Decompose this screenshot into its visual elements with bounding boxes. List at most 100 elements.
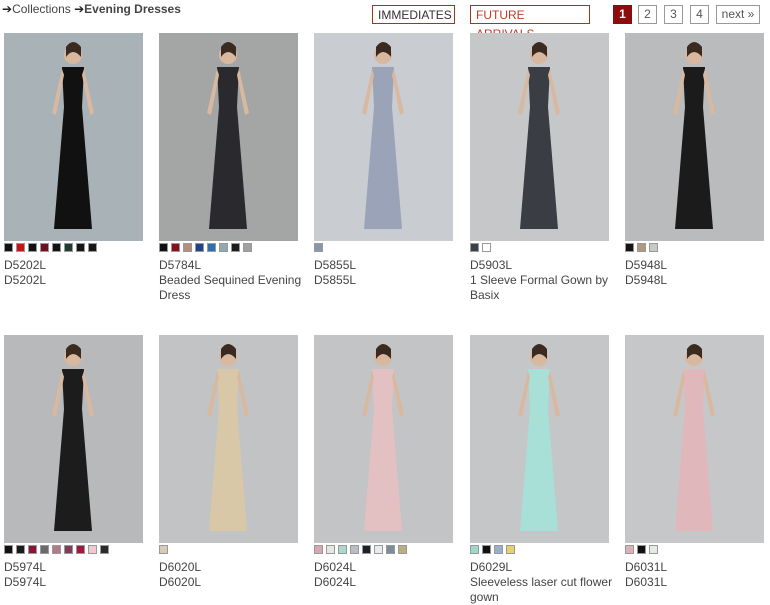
color-swatch[interactable] (4, 243, 13, 252)
color-swatch[interactable] (314, 545, 323, 554)
product-name[interactable]: D5202L (4, 273, 149, 288)
product-photo[interactable] (314, 33, 453, 241)
future-arrivals-button[interactable]: FUTURE ARRIVALS (470, 5, 590, 41)
product-card[interactable]: D5948L D5948L (625, 33, 765, 295)
product-code[interactable]: D5784L (159, 258, 201, 273)
product-photo[interactable] (470, 33, 609, 241)
page-1-button[interactable]: 1 (613, 5, 632, 24)
product-name[interactable]: D6024L (314, 575, 459, 590)
product-name[interactable]: Sleeveless laser cut flower gown (470, 575, 615, 605)
product-name[interactable]: D5855L (314, 273, 459, 288)
product-photo[interactable] (470, 335, 609, 543)
product-card[interactable]: D5784L Beaded Sequined Evening Dress (159, 33, 301, 302)
product-photo[interactable] (625, 335, 764, 543)
color-swatch[interactable] (219, 243, 228, 252)
color-swatch[interactable] (338, 545, 347, 554)
color-swatch[interactable] (159, 243, 168, 252)
product-photo[interactable] (159, 335, 298, 543)
color-swatch[interactable] (28, 243, 37, 252)
immediates-button[interactable]: IMMEDIATES (372, 5, 455, 24)
product-code[interactable]: D5903L (470, 258, 512, 273)
color-swatch[interactable] (64, 243, 73, 252)
product-name[interactable]: D5948L (625, 273, 770, 288)
color-swatch[interactable] (386, 545, 395, 554)
color-swatch[interactable] (231, 243, 240, 252)
product-photo[interactable] (4, 33, 143, 241)
color-swatch[interactable] (326, 545, 335, 554)
product-card[interactable]: D5855L D5855L (314, 33, 454, 295)
product-name[interactable]: D6031L (625, 575, 770, 590)
product-photo[interactable] (314, 335, 453, 543)
color-swatch[interactable] (195, 243, 204, 252)
color-swatch[interactable] (4, 545, 13, 554)
color-swatches (4, 243, 100, 253)
color-swatch[interactable] (159, 545, 168, 554)
color-swatch[interactable] (40, 243, 49, 252)
next-page-button[interactable]: next » (716, 5, 760, 24)
breadcrumb-arrow-icon: ➔ (74, 2, 85, 16)
product-card[interactable]: D6031L D6031L (625, 335, 765, 597)
product-name[interactable]: D6020L (159, 575, 304, 590)
page-2-button[interactable]: 2 (638, 5, 657, 24)
product-code[interactable]: D6029L (470, 560, 512, 575)
color-swatch[interactable] (100, 545, 109, 554)
product-card[interactable]: D6020L D6020L (159, 335, 299, 597)
product-photo[interactable] (4, 335, 143, 543)
page-3-button[interactable]: 3 (664, 5, 683, 24)
color-swatch[interactable] (637, 243, 646, 252)
color-swatch[interactable] (314, 243, 323, 252)
product-name[interactable]: Beaded Sequined Evening Dress (159, 273, 304, 303)
color-swatch[interactable] (40, 545, 49, 554)
color-swatch[interactable] (243, 243, 252, 252)
product-card[interactable]: D5974L D5974L (4, 335, 144, 597)
product-code[interactable]: D5855L (314, 258, 356, 273)
top-bar: ➔Collections ➔Evening Dresses IMMEDIATES… (0, 0, 770, 41)
product-code[interactable]: D5948L (625, 258, 667, 273)
breadcrumb: ➔Collections ➔Evening Dresses (2, 2, 181, 16)
product-code[interactable]: D5974L (4, 560, 46, 575)
color-swatch[interactable] (506, 545, 515, 554)
color-swatch[interactable] (649, 243, 658, 252)
breadcrumb-collections-link[interactable]: Collections (12, 2, 71, 16)
color-swatch[interactable] (625, 545, 634, 554)
product-card[interactable]: D5903L 1 Sleeve Formal Gown by Basix (470, 33, 610, 302)
color-swatch[interactable] (625, 243, 634, 252)
color-swatch[interactable] (398, 545, 407, 554)
product-code[interactable]: D6024L (314, 560, 356, 575)
color-swatch[interactable] (482, 545, 491, 554)
color-swatch[interactable] (470, 243, 479, 252)
color-swatch[interactable] (207, 243, 216, 252)
product-code[interactable]: D6031L (625, 560, 667, 575)
product-photo[interactable] (625, 33, 764, 241)
color-swatch[interactable] (649, 545, 658, 554)
color-swatch[interactable] (470, 545, 479, 554)
color-swatch[interactable] (350, 545, 359, 554)
product-name[interactable]: D5974L (4, 575, 149, 590)
color-swatch[interactable] (88, 545, 97, 554)
color-swatch[interactable] (52, 545, 61, 554)
color-swatch[interactable] (362, 545, 371, 554)
product-card[interactable]: D5202L D5202L (4, 33, 144, 295)
product-code[interactable]: D5202L (4, 258, 46, 273)
color-swatch[interactable] (16, 243, 25, 252)
color-swatch[interactable] (637, 545, 646, 554)
color-swatch[interactable] (16, 545, 25, 554)
color-swatch[interactable] (28, 545, 37, 554)
color-swatch[interactable] (76, 545, 85, 554)
product-card[interactable]: D6024L D6024L (314, 335, 454, 597)
color-swatch[interactable] (52, 243, 61, 252)
color-swatches (314, 545, 410, 555)
color-swatch[interactable] (88, 243, 97, 252)
product-card[interactable]: D6029L Sleeveless laser cut flower gown (470, 335, 612, 604)
color-swatch[interactable] (76, 243, 85, 252)
page-4-button[interactable]: 4 (690, 5, 709, 24)
color-swatch[interactable] (171, 243, 180, 252)
product-name[interactable]: 1 Sleeve Formal Gown by Basix (470, 273, 615, 303)
product-photo[interactable] (159, 33, 298, 241)
color-swatch[interactable] (494, 545, 503, 554)
color-swatch[interactable] (482, 243, 491, 252)
color-swatch[interactable] (183, 243, 192, 252)
color-swatch[interactable] (64, 545, 73, 554)
product-code[interactable]: D6020L (159, 560, 201, 575)
color-swatch[interactable] (374, 545, 383, 554)
